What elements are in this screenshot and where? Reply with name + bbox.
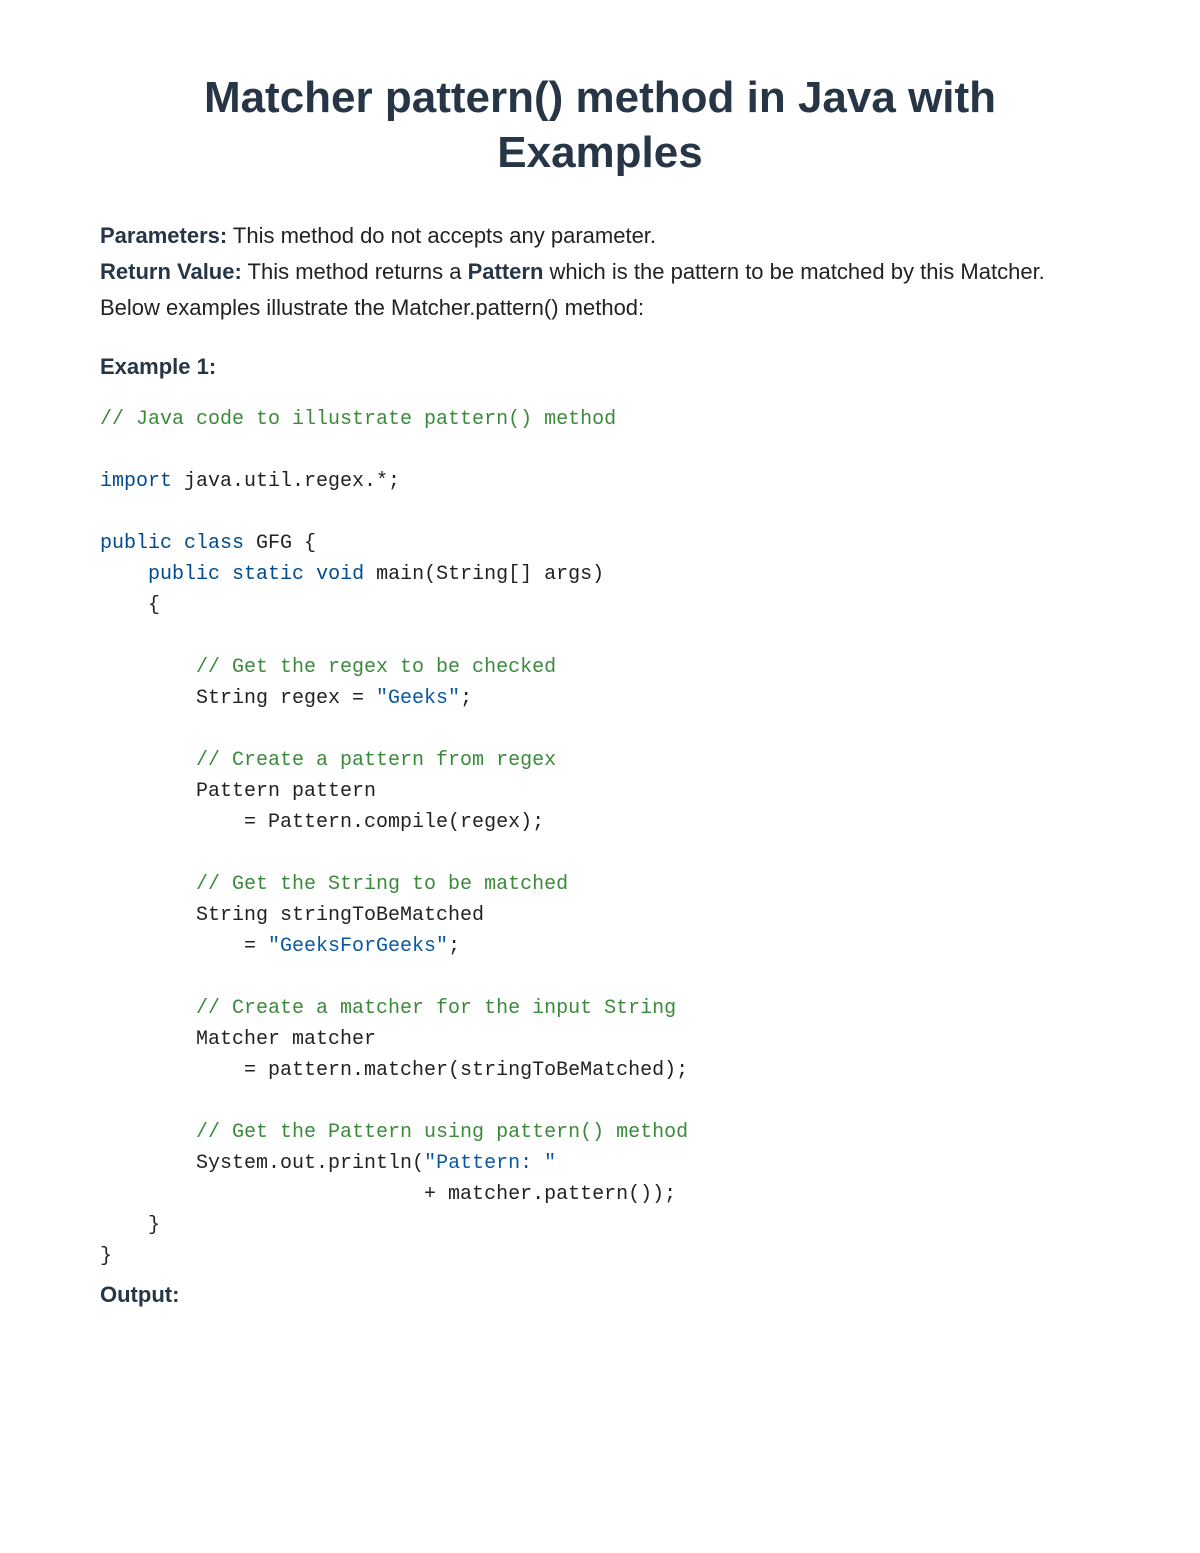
code-keyword: import xyxy=(100,470,172,493)
code-text: Matcher matcher xyxy=(100,1028,376,1051)
code-text: ; xyxy=(460,687,472,710)
code-comment: // Get the String to be matched xyxy=(100,873,568,896)
parameters-label: Parameters: xyxy=(100,223,227,248)
code-text: = xyxy=(100,935,268,958)
code-block: // Java code to illustrate pattern() met… xyxy=(100,404,1100,1272)
code-text: main(String[] args) xyxy=(364,563,604,586)
code-string: "Pattern: " xyxy=(424,1152,556,1175)
document-page: Matcher pattern() method in Java with Ex… xyxy=(0,0,1200,1368)
below-examples-text: Below examples illustrate the Matcher.pa… xyxy=(100,292,1100,324)
code-text: Pattern pattern xyxy=(100,780,376,803)
return-text-after: which is the pattern to be matched by th… xyxy=(543,259,1044,284)
code-text: } xyxy=(100,1245,112,1268)
code-text: } xyxy=(100,1214,160,1237)
code-text: + matcher.pattern()); xyxy=(100,1183,676,1206)
code-text: = Pattern.compile(regex); xyxy=(100,811,544,834)
code-text: = pattern.matcher(stringToBeMatched); xyxy=(100,1059,688,1082)
code-text: String regex = xyxy=(100,687,376,710)
code-text: ; xyxy=(448,935,460,958)
code-comment: // Java code to illustrate pattern() met… xyxy=(100,408,616,431)
page-title: Matcher pattern() method in Java with Ex… xyxy=(100,70,1100,180)
code-text: { xyxy=(100,594,160,617)
code-string: "GeeksForGeeks" xyxy=(268,935,448,958)
code-keyword: public xyxy=(148,563,220,586)
code-comment: // Get the Pattern using pattern() metho… xyxy=(100,1121,688,1144)
code-text xyxy=(100,563,148,586)
code-comment: // Get the regex to be checked xyxy=(100,656,556,679)
code-comment: // Create a matcher for the input String xyxy=(100,997,676,1020)
code-text: java.util.regex.*; xyxy=(172,470,400,493)
code-keyword: class xyxy=(184,532,244,555)
output-label: Output: xyxy=(100,1282,1100,1308)
parameters-line: Parameters: This method do not accepts a… xyxy=(100,220,1100,252)
return-value-line: Return Value: This method returns a Patt… xyxy=(100,256,1100,288)
parameters-text: This method do not accepts any parameter… xyxy=(227,223,656,248)
code-keyword: void xyxy=(316,563,364,586)
code-keyword: static xyxy=(232,563,304,586)
return-pattern-word: Pattern xyxy=(468,259,544,284)
code-keyword: public xyxy=(100,532,172,555)
code-string: "Geeks" xyxy=(376,687,460,710)
code-text: GFG { xyxy=(244,532,316,555)
code-text: System.out.println( xyxy=(100,1152,424,1175)
return-text-before: This method returns a xyxy=(242,259,468,284)
example-1-label: Example 1: xyxy=(100,354,1100,380)
code-text: String stringToBeMatched xyxy=(100,904,484,927)
return-value-label: Return Value: xyxy=(100,259,242,284)
code-comment: // Create a pattern from regex xyxy=(100,749,556,772)
